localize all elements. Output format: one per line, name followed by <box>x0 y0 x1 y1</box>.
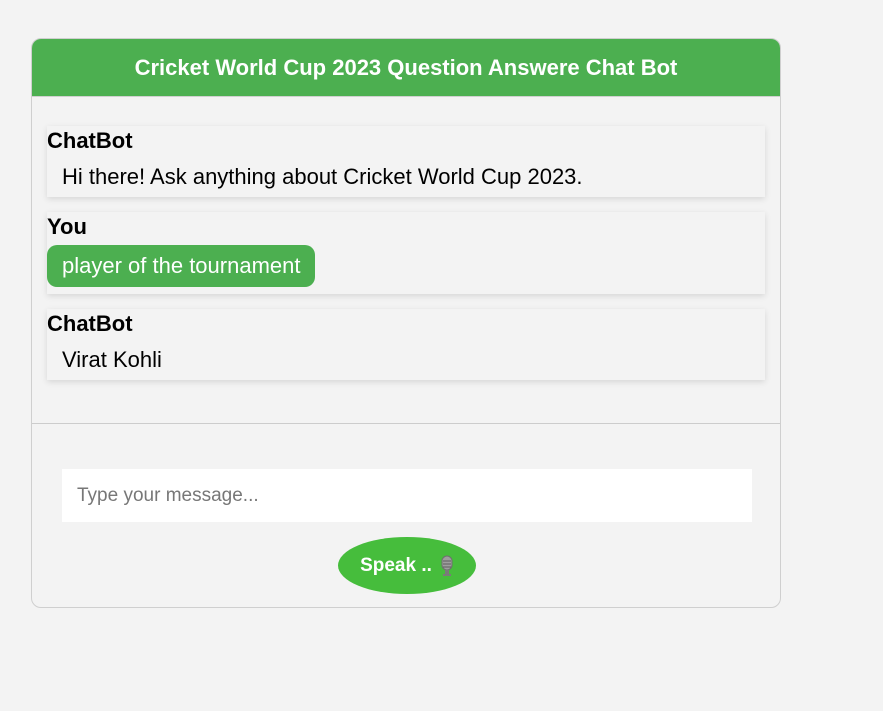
message-input[interactable] <box>62 469 752 522</box>
chat-title: Cricket World Cup 2023 Question Answere … <box>134 54 678 80</box>
chat-window: Cricket World Cup 2023 Question Answere … <box>31 38 781 608</box>
user-message: You player of the tournament <box>47 212 765 294</box>
input-area: Speak .. <box>32 424 780 607</box>
chat-header: Cricket World Cup 2023 Question Answere … <box>32 39 780 97</box>
message-list[interactable]: ChatBot Hi there! Ask anything about Cri… <box>32 97 780 424</box>
user-message-bubble: player of the tournament <box>47 245 316 287</box>
speak-button[interactable]: Speak .. <box>338 537 476 594</box>
speak-button-label: Speak .. <box>360 554 432 576</box>
microphone-icon <box>440 555 454 577</box>
message-text: Virat Kohli <box>62 347 162 372</box>
message-text: Hi there! Ask anything about Cricket Wor… <box>62 164 583 189</box>
message-sender: You <box>47 214 87 239</box>
message-sender: ChatBot <box>47 311 133 336</box>
message-sender: ChatBot <box>47 128 133 153</box>
bot-message: ChatBot Virat Kohli <box>47 309 765 380</box>
bot-message: ChatBot Hi there! Ask anything about Cri… <box>47 126 765 197</box>
